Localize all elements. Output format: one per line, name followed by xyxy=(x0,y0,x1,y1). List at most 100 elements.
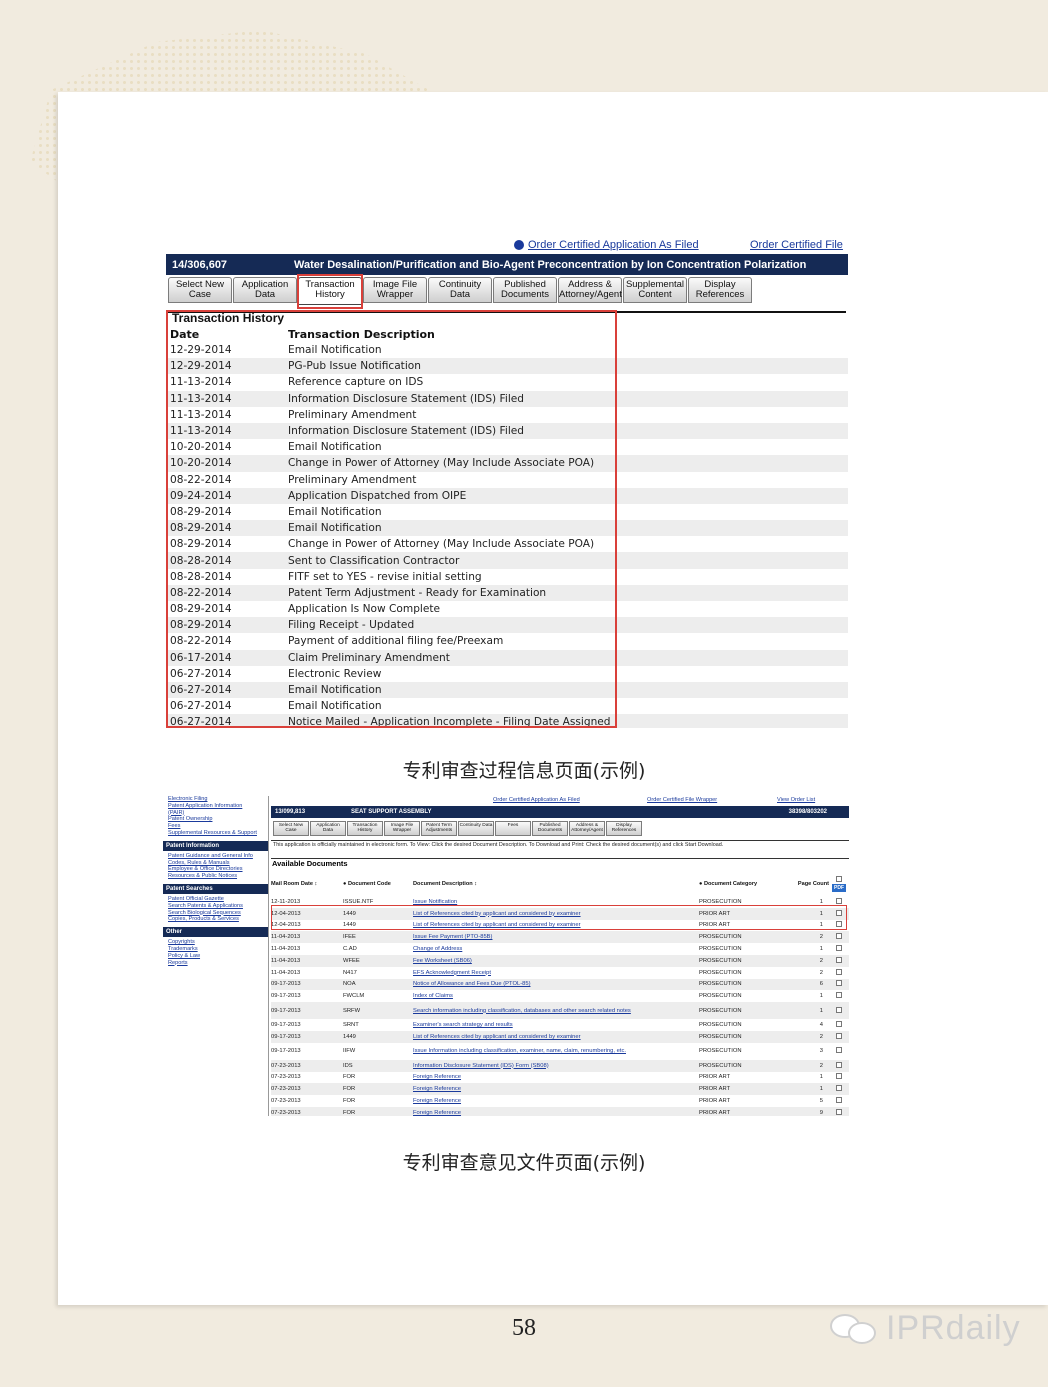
select-all-checkbox[interactable] xyxy=(836,876,842,882)
info-icon: ● xyxy=(343,881,347,887)
document-checkbox[interactable] xyxy=(836,1032,842,1039)
column-header-document-code[interactable]: ● Document Code xyxy=(343,872,413,896)
document-description-link[interactable]: EFS Acknowledgment Receipt xyxy=(413,967,699,979)
document-checkbox[interactable] xyxy=(836,1047,842,1054)
tab-bar: Select New Case Application Data Transacti… xyxy=(273,821,642,836)
tab-fees[interactable]: Fees xyxy=(495,821,531,836)
tab-image-file-wrapper[interactable]: Image File Wrapper xyxy=(384,821,420,836)
application-title: Water Desalination/Purification and Bio-… xyxy=(294,258,807,271)
document-description-link[interactable]: Fee Worksheet (SB06) xyxy=(413,954,699,967)
sidebar-link[interactable]: (PAIR) xyxy=(163,810,268,817)
document-checkbox[interactable] xyxy=(836,1006,842,1013)
document-description-link[interactable]: Issue Information including classificati… xyxy=(413,1043,699,1060)
sidebar-link[interactable]: Reports xyxy=(163,960,268,967)
order-certified-file-link[interactable]: Order Certified File xyxy=(750,239,843,251)
sidebar-link[interactable]: Patent Official Gazette xyxy=(163,896,268,903)
tab-display-references[interactable]: Display References xyxy=(606,821,642,836)
document-checkbox[interactable] xyxy=(836,1061,842,1068)
document-description-link[interactable]: Information Disclosure Statement (IDS) F… xyxy=(413,1059,699,1072)
instructions-text: This application is officially maintaine… xyxy=(271,840,849,849)
table-row: 07-23-2013 IDS Information Disclosure Stat… xyxy=(271,1059,849,1072)
tab-display-references[interactable]: Display References xyxy=(688,277,752,303)
document-description-link[interactable]: Notice of Allowance and Fees Due (PTOL-8… xyxy=(413,978,699,991)
tab-supplemental-content[interactable]: Supplemental Content xyxy=(623,277,687,303)
watermark: IPRdaily xyxy=(828,1308,1021,1348)
document-checkbox[interactable] xyxy=(836,1085,842,1092)
select-cell xyxy=(829,1019,849,1031)
document-description-link[interactable]: Foreign Reference xyxy=(413,1083,699,1096)
mail-room-date: 09-17-2013 xyxy=(271,1048,301,1055)
order-certified-application-link[interactable]: Order Certified Application As Filed xyxy=(493,797,580,803)
sidebar-link[interactable]: Employee & Office Directories xyxy=(163,866,268,873)
sidebar-link[interactable]: Codes, Rules & Manuals xyxy=(163,860,268,867)
document-description-link[interactable]: Foreign Reference xyxy=(413,1106,699,1116)
column-header-select[interactable]: PDF xyxy=(829,872,849,896)
sidebar-link[interactable]: Electronic Filing xyxy=(163,796,268,803)
tab-select-new-case[interactable]: Select New Case xyxy=(273,821,309,836)
sidebar-link[interactable]: Fees xyxy=(163,823,268,830)
column-header-mail-date[interactable]: Mail Room Date ↕ xyxy=(271,872,343,896)
page-count: 2 xyxy=(771,931,829,944)
tab-published-documents[interactable]: Published Documents xyxy=(532,821,568,836)
tab-application-data[interactable]: Application Data xyxy=(310,821,346,836)
document-checkbox[interactable] xyxy=(836,1021,842,1028)
sidebar-link[interactable]: Copies, Products & Services xyxy=(163,916,268,923)
sidebar-link[interactable]: Supplemental Resources & Support xyxy=(163,830,268,837)
tab-application-data[interactable]: Application Data xyxy=(233,277,297,303)
caption-document-list: 专利审查意见文件页面(示例) xyxy=(402,1152,646,1174)
tab-image-file-wrapper[interactable]: Image File Wrapper xyxy=(363,277,427,303)
mail-room-date: 07-23-2013 xyxy=(271,1074,301,1081)
document-description-link[interactable]: Search information including classificat… xyxy=(413,1002,699,1020)
document-checkbox[interactable] xyxy=(836,1073,842,1080)
sidebar-link[interactable]: Patent Guidance and General Info xyxy=(163,853,268,860)
select-cell xyxy=(829,967,849,979)
document-checkbox[interactable] xyxy=(836,1108,842,1115)
sidebar-link[interactable]: Search Patents & Applications xyxy=(163,903,268,910)
column-header-description[interactable]: Document Description ↕ xyxy=(413,872,699,896)
tab-address-attorney-agent[interactable]: Address & Attorney/Agent xyxy=(569,821,605,836)
tab-transaction-history[interactable]: Transaction History xyxy=(347,821,383,836)
tab-published-documents[interactable]: Published Documents xyxy=(493,277,557,303)
order-certified-application-link[interactable]: Order Certified Application As Filed xyxy=(528,239,699,251)
view-order-list-link[interactable]: View Order List xyxy=(777,797,815,803)
tab-address-attorney-agent[interactable]: Address & Attorney/Agent xyxy=(558,277,622,303)
mail-room-date: 11-04-2013 xyxy=(271,954,343,967)
sidebar-link[interactable]: Search Biological Sequences xyxy=(163,910,268,917)
tab-patent-term-adjustments[interactable]: Patent Term Adjustments xyxy=(421,821,457,836)
column-header-page-count[interactable]: Page Count xyxy=(771,872,829,896)
sidebar-link[interactable]: Policy & Law xyxy=(163,953,268,960)
document-description-link[interactable]: Change of Address xyxy=(413,943,699,955)
highlight-box-rows xyxy=(271,905,847,930)
document-checkbox[interactable] xyxy=(836,980,842,987)
document-description-link[interactable]: Issue Fee Payment (PTO-85B) xyxy=(413,931,699,944)
pdf-button[interactable]: PDF xyxy=(832,884,846,892)
document-checkbox[interactable] xyxy=(836,897,842,904)
sidebar-link[interactable]: Patent Ownership xyxy=(163,816,268,823)
document-description-link[interactable]: Examiner's search strategy and results xyxy=(413,1019,699,1031)
tab-continuity-data[interactable]: Continuity Data xyxy=(428,277,492,303)
document-description-link[interactable]: Foreign Reference xyxy=(413,1095,699,1107)
document-code: SRFW xyxy=(343,1002,413,1020)
tab-continuity-data[interactable]: Continuity Data xyxy=(458,821,494,836)
document-description-link[interactable]: Index of Claims xyxy=(413,990,699,1002)
sidebar-link[interactable]: Trademarks xyxy=(163,946,268,953)
document-checkbox[interactable] xyxy=(836,968,842,975)
document-checkbox[interactable] xyxy=(836,933,842,940)
document-category: PRIOR ART xyxy=(699,1074,731,1081)
document-checkbox[interactable] xyxy=(836,956,842,963)
document-checkbox[interactable] xyxy=(836,1097,842,1104)
select-cell xyxy=(829,1059,849,1072)
order-certified-file-wrapper-link[interactable]: Order Certified File Wrapper xyxy=(647,797,717,803)
table-row: 11-04-2013 IFEE Issue Fee Payment (PTO-85B… xyxy=(271,931,849,944)
highlight-box-tab xyxy=(297,274,363,309)
sidebar-link[interactable]: Patent Application Information xyxy=(163,803,268,810)
document-description-link[interactable]: Foreign Reference xyxy=(413,1072,699,1084)
sidebar-link[interactable]: Resources & Public Notices xyxy=(163,873,268,880)
document-description-link[interactable]: List of References cited by applicant an… xyxy=(413,1030,699,1043)
tab-select-new-case[interactable]: Select New Case xyxy=(168,277,232,303)
document-checkbox[interactable] xyxy=(836,945,842,952)
column-header-category[interactable]: ● Document Category xyxy=(699,872,771,896)
sidebar-section-heading: Patent Information xyxy=(163,840,268,851)
sidebar-link[interactable]: Copyrights xyxy=(163,939,268,946)
document-checkbox[interactable] xyxy=(836,992,842,999)
